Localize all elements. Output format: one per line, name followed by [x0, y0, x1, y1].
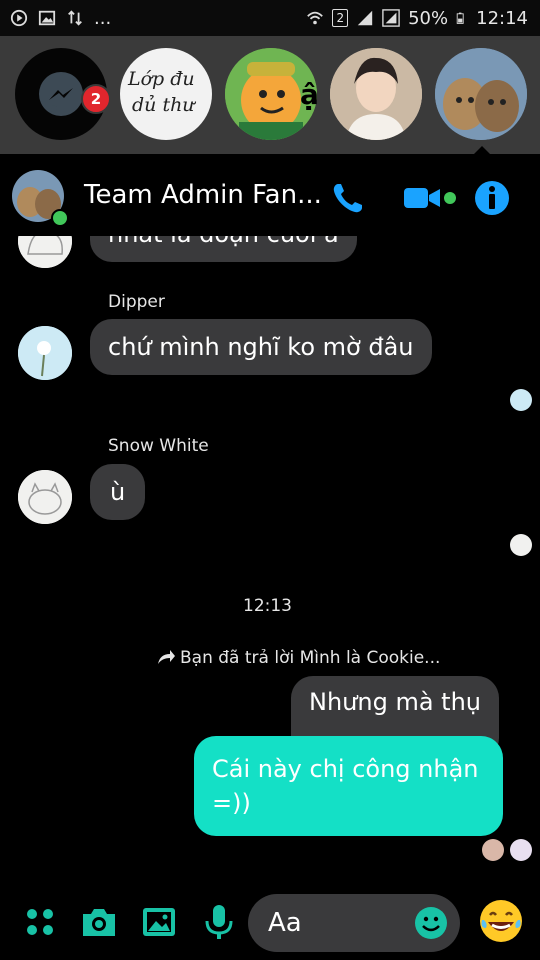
story-hidden-name: ậ: [300, 78, 319, 111]
reply-note[interactable]: Bạn đã trả lời Mình là Cookie...: [180, 648, 440, 668]
sender-name: Snow White: [108, 436, 209, 456]
status-bar: ... 2 50% 12:14: [0, 0, 540, 36]
laughing-emoji-icon[interactable]: [478, 898, 524, 944]
gallery-icon[interactable]: [139, 902, 179, 942]
message-bubble[interactable]: chứ mình nghĩ ko mờ đâu: [90, 319, 432, 375]
battery-icon: [456, 12, 464, 24]
seen-avatar-dipper: [510, 389, 532, 411]
message-bubble[interactable]: nhất là đoạn cuối á: [90, 236, 357, 262]
unread-badge: 2: [81, 84, 111, 114]
message-input-placeholder: Aa: [268, 908, 302, 938]
data-arrows-icon: [68, 10, 82, 26]
info-icon[interactable]: [472, 178, 512, 218]
timestamp: 12:13: [243, 596, 292, 616]
reply-arrow-icon: [158, 650, 175, 664]
story-text-line2: dủ thư: [132, 94, 195, 116]
avatar-snow-white[interactable]: [18, 470, 72, 524]
wifi-icon: [307, 11, 324, 25]
signal-icon-2: [382, 9, 400, 27]
cat-sketch-avatar-image: [18, 470, 72, 524]
avatar-dipper[interactable]: [18, 326, 72, 380]
seen-avatar-1: [482, 839, 504, 861]
more-apps-icon[interactable]: [20, 902, 60, 942]
cat-sketch-avatar-image: [18, 236, 72, 268]
chat-title[interactable]: Team Admin Fan...: [84, 180, 322, 210]
video-active-dot: [444, 192, 456, 204]
signal-icon: [357, 10, 373, 26]
play-icon: [10, 9, 28, 27]
image-icon: [38, 10, 56, 26]
message-input[interactable]: Aa: [248, 894, 460, 952]
story-text-line1: Lớp đu: [128, 68, 195, 90]
avatar-snow-white[interactable]: [18, 236, 72, 268]
story-avatar-4[interactable]: [435, 48, 527, 140]
emoji-picker-icon[interactable]: [414, 906, 448, 940]
sim-badge: 2: [332, 9, 349, 27]
flower-avatar-image: [18, 326, 72, 380]
cats-avatar-image: [435, 48, 527, 140]
camera-icon[interactable]: [79, 902, 119, 942]
microphone-icon[interactable]: [199, 902, 239, 942]
status-overflow: ...: [94, 7, 112, 29]
stories-strip: 2 Lớp đu dủ thư ậ: [0, 36, 540, 154]
chat-panel: Team Admin Fan... nhất là đoạn cuối á Di…: [0, 154, 540, 960]
clock: 12:14: [476, 7, 528, 29]
seen-avatar-snow-white: [510, 534, 532, 556]
sender-name: Dipper: [108, 292, 165, 312]
chat-header: Team Admin Fan...: [0, 154, 540, 236]
composer-bar: Aa: [0, 884, 540, 960]
message-bubble-sent[interactable]: Cái này chị công nhận =)): [194, 736, 503, 836]
video-call-icon[interactable]: [402, 178, 442, 218]
seen-avatar-2: [510, 839, 532, 861]
story-avatar-3[interactable]: [330, 48, 422, 140]
phone-call-icon[interactable]: [328, 178, 368, 218]
online-indicator: [51, 209, 69, 227]
message-bubble[interactable]: ù: [90, 464, 146, 520]
message-list: nhất là đoạn cuối á Dipper chứ mình nghĩ…: [0, 236, 540, 886]
battery-percent: 50%: [408, 7, 449, 29]
story-avatar-1[interactable]: Lớp đu dủ thư: [120, 48, 212, 140]
person-avatar-image: [330, 48, 422, 140]
